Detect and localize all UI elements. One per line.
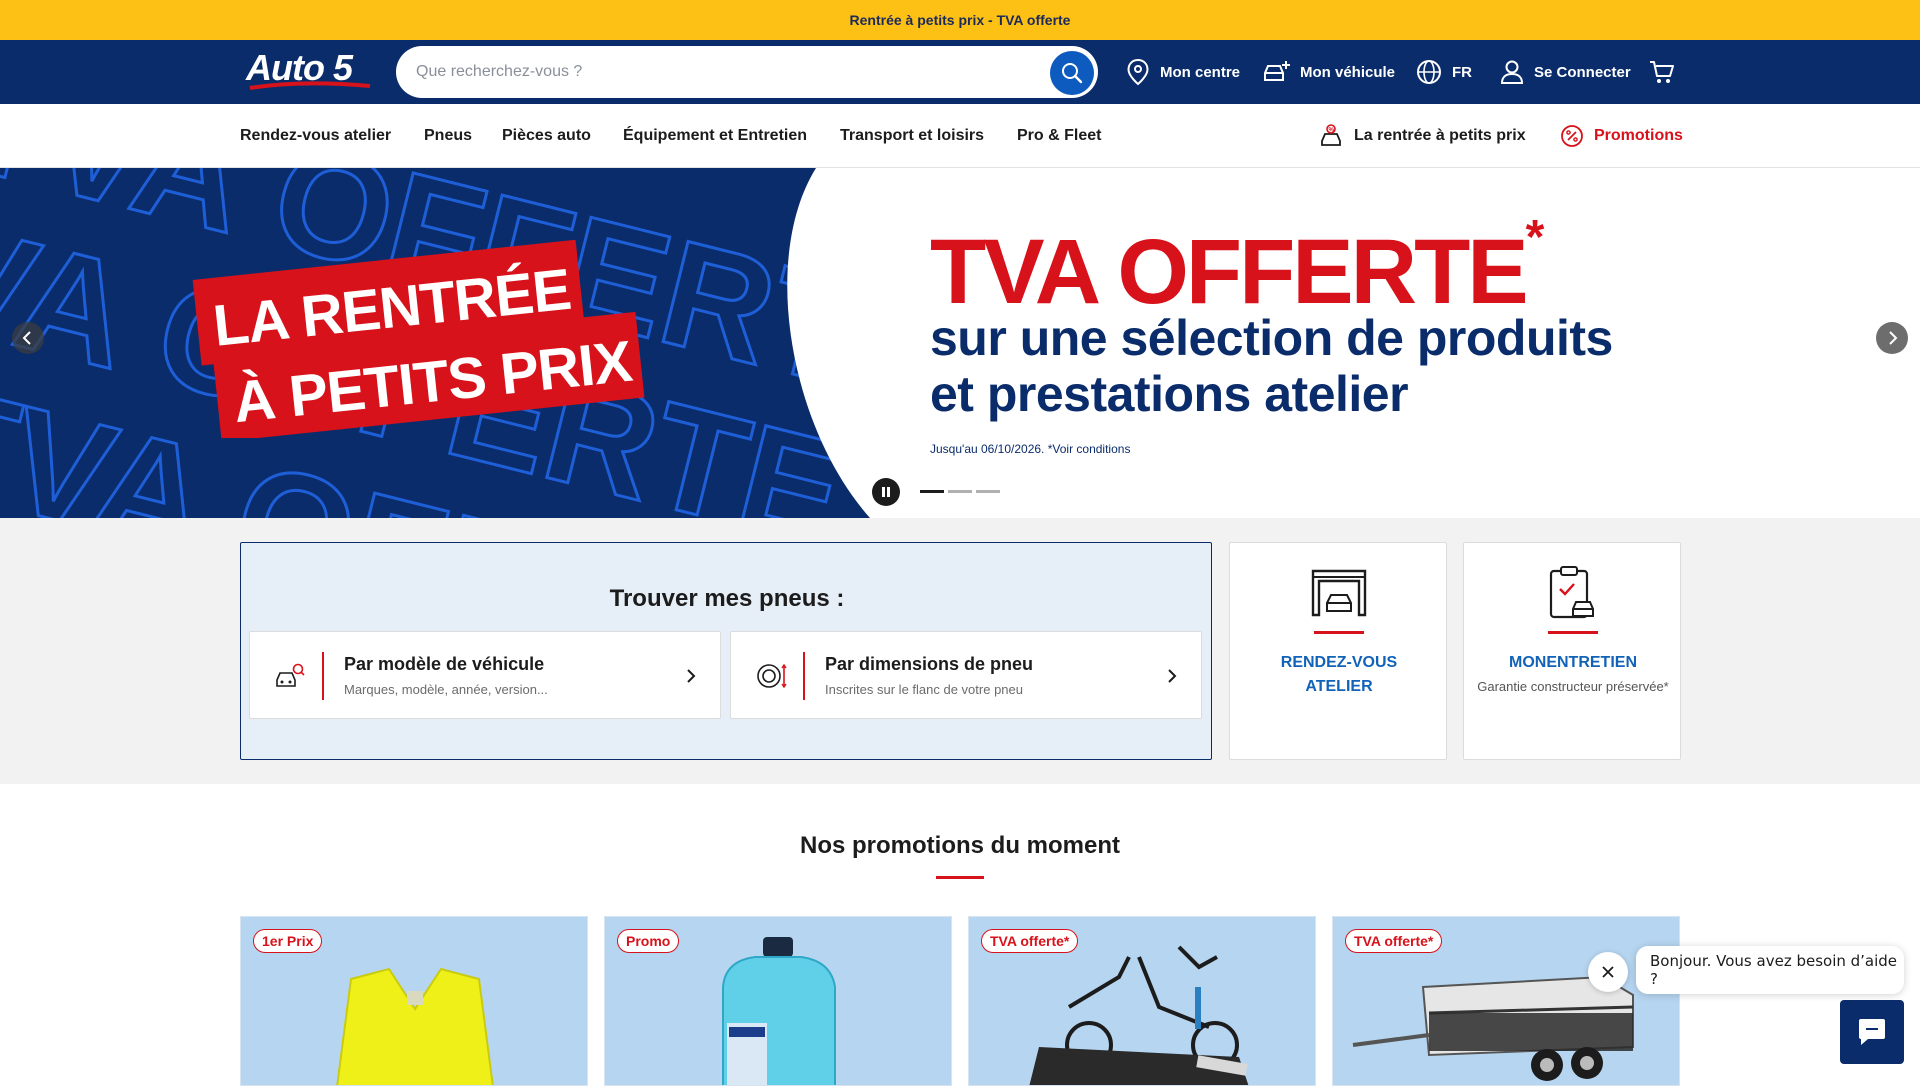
mon-centre-link[interactable]: Mon centre xyxy=(1126,40,1240,104)
carousel-dot-2[interactable] xyxy=(948,490,972,493)
auto5-logo[interactable]: Auto 5 xyxy=(242,46,376,98)
car-search-icon xyxy=(276,663,305,687)
promo-card-washer-fluid[interactable]: Promo xyxy=(604,916,952,1086)
mon-vehicule-link[interactable]: Mon véhicule xyxy=(1262,40,1395,104)
monentretien-title: MONENTRETIEN xyxy=(1509,654,1637,671)
nav-promotions-link[interactable]: Promotions xyxy=(1560,104,1683,168)
login-link[interactable]: Se Connecter xyxy=(1500,40,1631,104)
option-separator xyxy=(322,652,324,700)
hero-subtitle-line2: et prestations atelier xyxy=(930,366,1409,422)
nav-rendez-vous[interactable]: Rendez-vous atelier xyxy=(240,104,391,168)
chat-open-button[interactable] xyxy=(1840,1000,1904,1064)
tyre-by-size-sub: Inscrites sur le flanc de votre pneu xyxy=(825,682,1023,697)
chat-greeting-bubble[interactable]: Bonjour. Vous avez besoin d’aide ? xyxy=(1636,946,1904,994)
add-vehicle-icon xyxy=(1264,61,1290,81)
hero-conditions[interactable]: Jusqu'au 06/10/2026. *Voir conditions xyxy=(930,442,1130,456)
cart-icon xyxy=(1650,61,1674,83)
nav-pieces-auto[interactable]: Pièces auto xyxy=(502,104,591,168)
cart-button[interactable] xyxy=(1648,40,1676,104)
chat-icon xyxy=(1859,1019,1885,1045)
percent-badge-icon xyxy=(1561,125,1583,147)
pause-icon xyxy=(882,487,890,497)
tyre-by-vehicle-option[interactable]: Par modèle de véhicule Marques, modèle, … xyxy=(249,631,721,719)
car-percent-icon: % xyxy=(1321,124,1341,146)
mon-vehicule-label: Mon véhicule xyxy=(1300,63,1396,81)
hero-carousel: TVA OFFERTE TVA OFFERTE TVA OFFERTE LA R… xyxy=(0,168,1920,518)
topbar-text: Rentrée à petits prix - TVA offerte xyxy=(849,12,1071,28)
chevron-right-icon xyxy=(1889,331,1898,345)
promo-card-bike-rack[interactable]: TVA offerte* xyxy=(968,916,1316,1086)
tyre-by-size-option[interactable]: Par dimensions de pneu Inscrites sur le … xyxy=(730,631,1202,719)
card-underline xyxy=(1314,631,1364,634)
washer-fluid-image xyxy=(722,937,836,1085)
garage-icon xyxy=(1311,569,1367,617)
nav-transport[interactable]: Transport et loisirs xyxy=(840,104,984,168)
search-icon xyxy=(1062,63,1083,84)
carousel-pause-button[interactable] xyxy=(872,478,900,506)
chat-close-button[interactable] xyxy=(1588,952,1628,992)
rendez-vous-atelier-label: RENDEZ-VOUS ATELIER xyxy=(1280,654,1398,695)
mon-centre-label: Mon centre xyxy=(1160,63,1241,81)
nav-rentree-label: La rentrée à petits prix xyxy=(1354,127,1526,144)
clipboard-car-icon xyxy=(1549,566,1594,619)
card-underline xyxy=(1548,631,1598,634)
language-selector[interactable]: FR xyxy=(1416,40,1472,104)
rentree-banner: LA RENTRÉE À PETITS PRIX xyxy=(192,239,645,438)
carousel-dot-1[interactable] xyxy=(920,490,944,493)
tyre-finder-title: Trouver mes pneus : xyxy=(609,585,845,612)
chat-message: Bonjour. Vous avez besoin d’aide ? xyxy=(1650,952,1898,988)
location-pin-icon xyxy=(1127,58,1149,86)
tyre-size-icon xyxy=(757,663,787,689)
monentretien-sub: Garantie constructeur préservée* xyxy=(1477,679,1669,694)
language-label: FR xyxy=(1452,63,1472,81)
chevron-right-icon xyxy=(1168,669,1177,683)
tyre-by-vehicle-label: Par modèle de véhicule xyxy=(344,654,545,674)
promotions-heading: Nos promotions du moment xyxy=(800,832,1120,859)
monentretien-card[interactable]: MONENTRETIEN Garantie constructeur prése… xyxy=(1463,542,1681,760)
close-icon xyxy=(1602,966,1614,978)
chevron-right-icon xyxy=(687,669,696,683)
hero-asterisk: * xyxy=(1525,211,1545,264)
safety-vest-image xyxy=(336,967,494,1085)
nav-promotions-label: Promotions xyxy=(1594,127,1683,144)
carousel-dot-3[interactable] xyxy=(976,490,1000,493)
carousel-prev-button[interactable] xyxy=(12,322,44,354)
search-bar xyxy=(396,46,1098,98)
search-input[interactable] xyxy=(416,58,1016,86)
hero-subtitle: sur une sélection de produits et prestat… xyxy=(930,310,1730,422)
search-button[interactable] xyxy=(1050,51,1094,95)
tyre-finder: Trouver mes pneus : Par modèle de véhicu… xyxy=(240,542,1212,760)
option-separator xyxy=(803,652,805,700)
promo-topbar[interactable]: Rentrée à petits prix - TVA offerte xyxy=(0,0,1920,40)
trailer-image xyxy=(1352,975,1634,1081)
hero-banner-left: TVA OFFERTE TVA OFFERTE TVA OFFERTE LA R… xyxy=(0,168,870,518)
nav-equipement[interactable]: Équipement et Entretien xyxy=(623,104,807,168)
main-header: Auto 5 Mon centre Mon véhicule xyxy=(0,40,1920,104)
svg-text:%: % xyxy=(1329,128,1335,134)
carousel-next-button[interactable] xyxy=(1876,322,1908,354)
login-label: Se Connecter xyxy=(1534,63,1631,81)
hero-subtitle-line1: sur une sélection de produits xyxy=(930,310,1613,366)
nav-rentree-link[interactable]: % La rentrée à petits prix xyxy=(1318,104,1526,168)
user-icon xyxy=(1500,60,1524,84)
promo-card-trailer[interactable]: TVA offerte* xyxy=(1332,916,1680,1086)
bike-rack-image xyxy=(1029,945,1249,1085)
tyre-by-size-label: Par dimensions de pneu xyxy=(825,654,1034,674)
nav-pneus[interactable]: Pneus xyxy=(424,104,472,168)
nav-pro-fleet[interactable]: Pro & Fleet xyxy=(1017,104,1101,168)
main-navigation: Rendez-vous atelier Pneus Pièces auto Éq… xyxy=(0,104,1920,168)
rendez-vous-atelier-card[interactable]: RENDEZ-VOUS ATELIER xyxy=(1229,542,1447,760)
tyre-by-vehicle-sub: Marques, modèle, année, version... xyxy=(344,682,548,697)
promotions-underline xyxy=(936,876,984,879)
chevron-left-icon xyxy=(22,331,31,345)
promo-card-vest[interactable]: 1er Prix xyxy=(240,916,588,1086)
globe-icon xyxy=(1417,60,1441,84)
